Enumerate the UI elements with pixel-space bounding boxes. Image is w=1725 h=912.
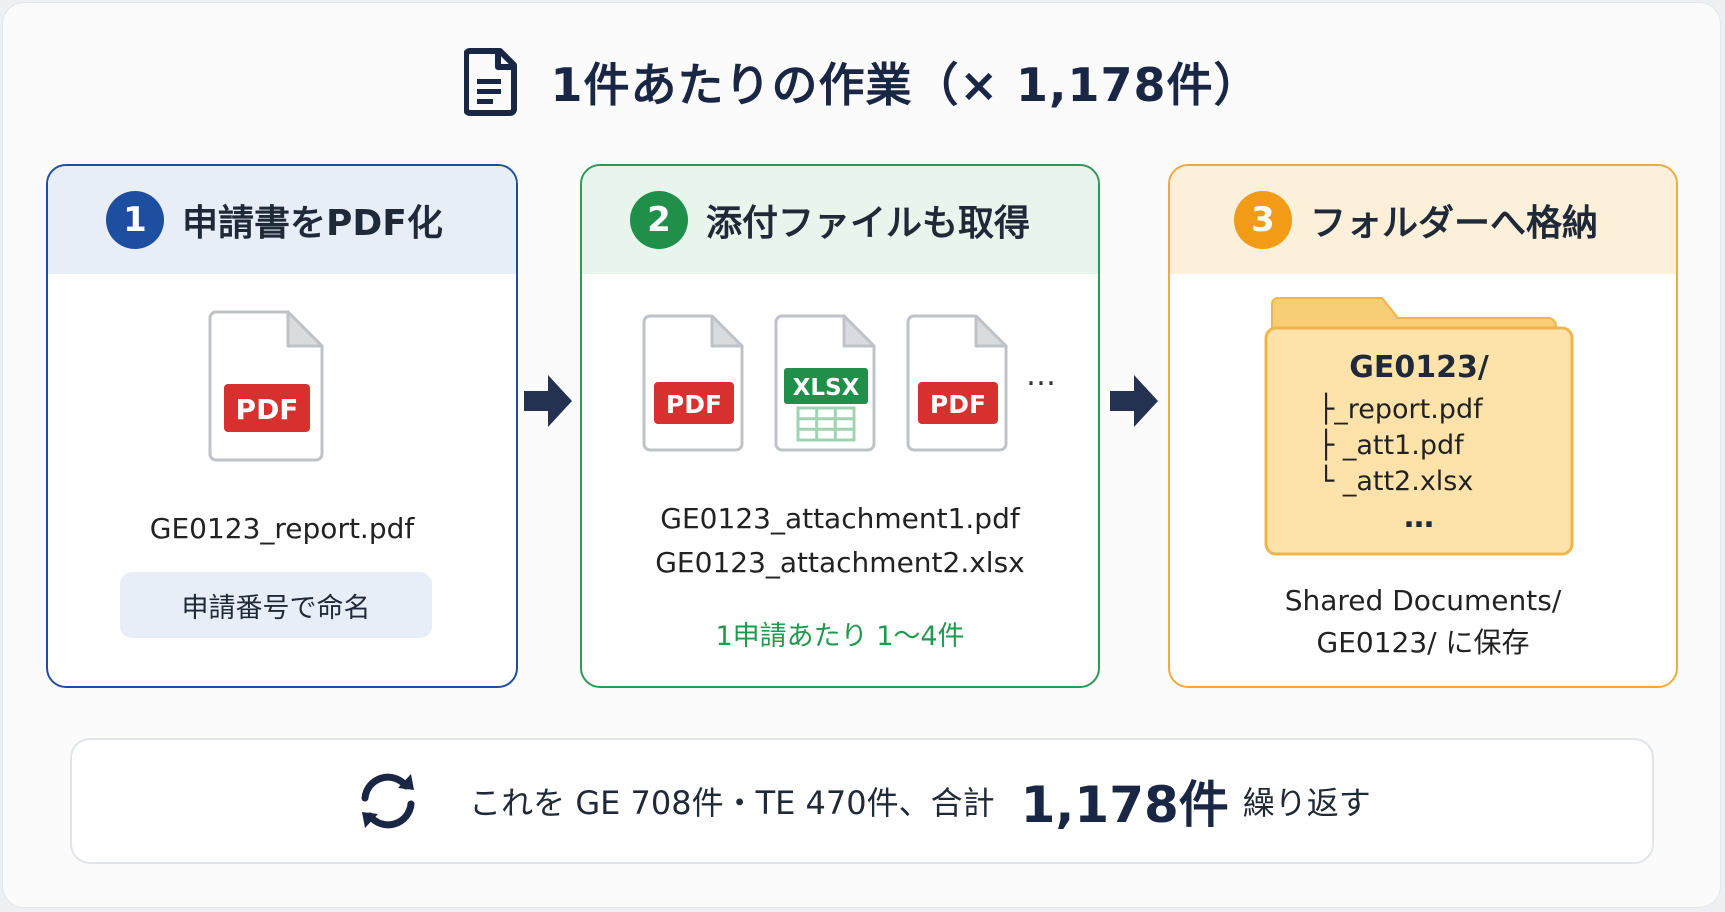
step-title: 申請書をPDF化 [182, 203, 443, 244]
save-location-line: Shared Documents/ [1284, 584, 1562, 617]
step-card-2: 2 添付ファイルも取得 PDF XLSX PDF … GE0123_attach… [580, 164, 1100, 688]
title-row: 1件あたりの作業（× 1,178件） [0, 44, 1725, 120]
file-type-label: PDF [666, 390, 722, 419]
attachment-count-note: 1申請あたり 1～4件 [715, 621, 965, 652]
file-type-label: XLSX [793, 375, 860, 401]
xlsx-file-icon: XLSX [774, 314, 876, 452]
folder-tree-item: ├ _att1.pdf [1318, 430, 1464, 461]
summary-tail: 繰り返す [1242, 784, 1371, 822]
step-card-3: 3 フォルダーへ格納 GE0123/ ├_report.pdf ├ _att1.… [1168, 164, 1678, 688]
naming-rule-pill: 申請番号で命名 [120, 572, 432, 638]
more-ellipsis: … [1404, 500, 1434, 535]
file-type-label: PDF [930, 390, 986, 419]
save-location: Shared Documents/ GE0123/ に保存 [1170, 580, 1676, 664]
step-card-1: 1 申請書をPDF化 PDF GE0123_report.pdf 申請番号で命名 [46, 164, 518, 688]
more-ellipsis: … [1026, 358, 1056, 393]
document-icon [464, 48, 518, 116]
step-header-1: 1 申請書をPDF化 [48, 166, 516, 274]
step-number-badge: 3 [1234, 191, 1292, 249]
folder-tree-item: └ _att2.xlsx [1318, 466, 1474, 497]
step-header-2: 2 添付ファイルも取得 [582, 166, 1098, 274]
summary-lead: これを GE 708件・TE 470件、合計 [469, 784, 995, 822]
folder-name: GE0123/ [1349, 350, 1489, 385]
arrow-right-icon [1110, 375, 1158, 427]
summary-bar: これを GE 708件・TE 470件、合計 1,178件 繰り返す [70, 738, 1654, 864]
step-number-badge: 1 [106, 191, 164, 249]
pdf-file-icon: PDF [208, 310, 324, 462]
save-location-line: GE0123/ に保存 [1316, 626, 1530, 659]
pdf-file-icon: PDF [906, 314, 1008, 452]
page-title: 1件あたりの作業（× 1,178件） [550, 58, 1261, 112]
summary-total: 1,178件 [1020, 776, 1229, 834]
step-title: フォルダーへ格納 [1310, 203, 1599, 244]
step-title: 添付ファイルも取得 [706, 203, 1031, 244]
step-number-badge: 2 [630, 191, 688, 249]
pdf-file-icon: PDF [642, 314, 744, 452]
attachment-file-name: GE0123_attachment1.pdf [660, 502, 1020, 535]
refresh-cycle-icon [361, 773, 415, 829]
pdf-file-label: PDF [236, 393, 299, 426]
report-file-name: GE0123_report.pdf [149, 512, 415, 545]
step-header-3: 3 フォルダーへ格納 [1170, 166, 1676, 274]
folder-tree-item: ├_report.pdf [1318, 394, 1483, 425]
arrow-right-icon [524, 375, 572, 427]
attachment-file-name: GE0123_attachment2.xlsx [655, 546, 1025, 579]
